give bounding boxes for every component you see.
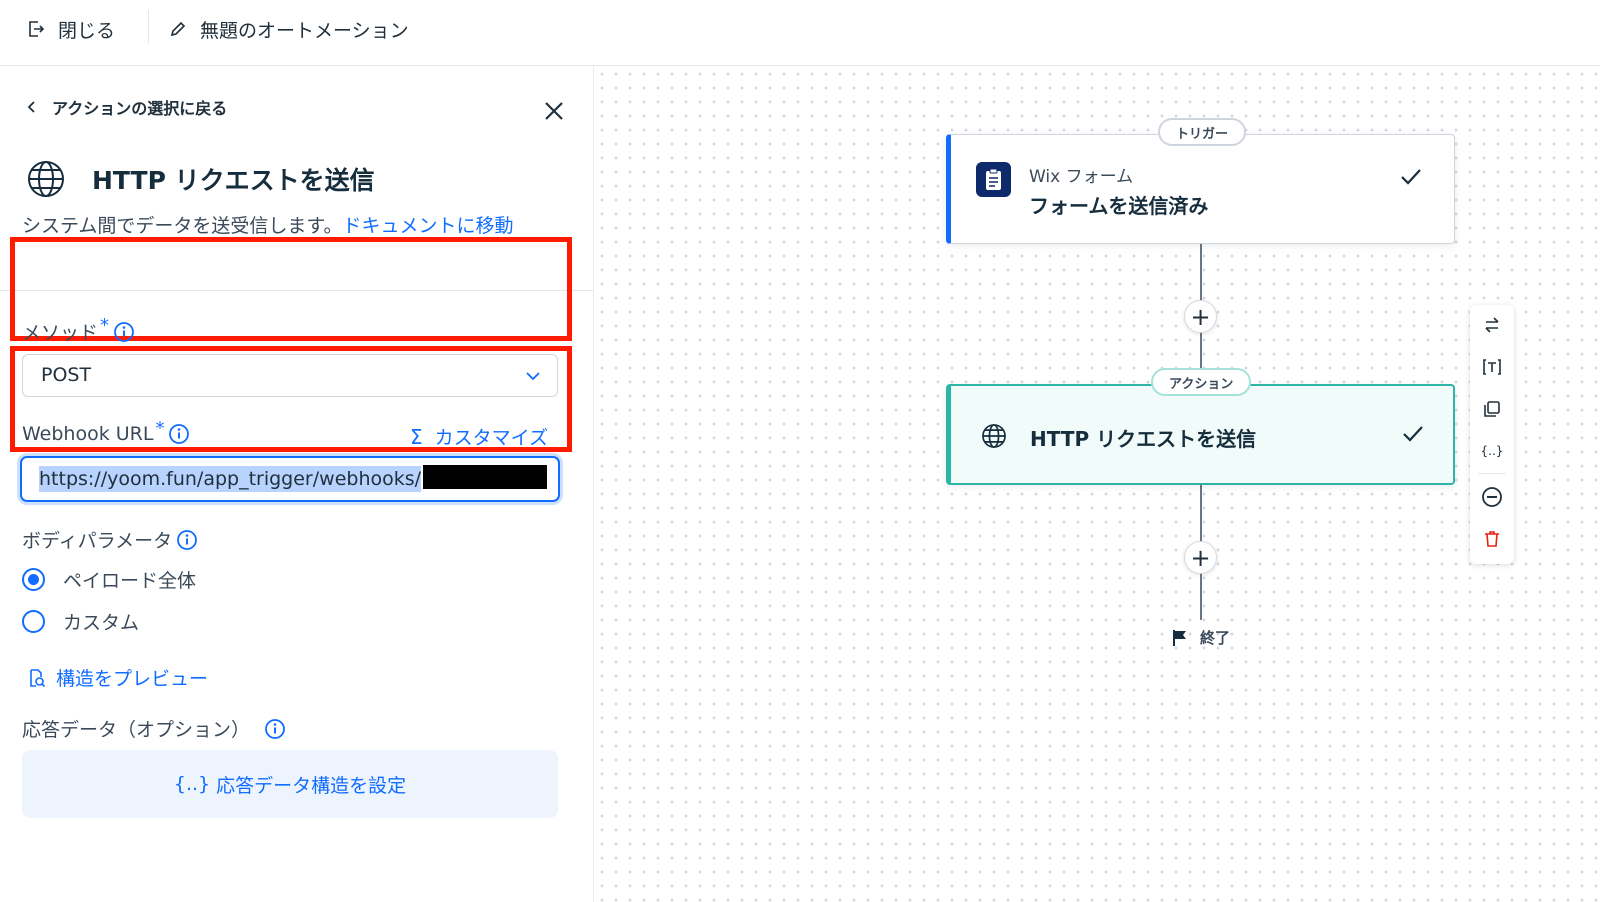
disable-icon[interactable] — [1480, 485, 1504, 509]
automation-title-text: 無題のオートメーション — [200, 19, 409, 42]
body-param-label-row: ボディパラメータ — [22, 526, 198, 553]
delete-icon[interactable] — [1480, 527, 1504, 551]
wix-forms-app-icon — [976, 162, 1011, 197]
method-value: POST — [41, 364, 92, 386]
toolbar-divider — [1478, 473, 1506, 474]
close-button[interactable]: 閉じる — [26, 14, 115, 44]
preview-structure-link[interactable]: 構造をプレビュー — [26, 664, 208, 691]
info-icon[interactable] — [264, 718, 286, 740]
info-icon[interactable] — [113, 321, 135, 343]
plus-icon: + — [1190, 543, 1211, 572]
info-icon[interactable] — [176, 529, 198, 551]
method-select[interactable]: POST — [22, 354, 558, 397]
add-step-button[interactable]: + — [1184, 300, 1217, 333]
customize-label: カスタマイズ — [434, 427, 549, 449]
trigger-node[interactable] — [946, 134, 1455, 244]
preview-icon — [30, 668, 46, 687]
radio-label: カスタム — [63, 612, 140, 634]
trigger-pill: トリガー — [1158, 118, 1247, 146]
back-label: アクションの選択に戻る — [52, 99, 228, 118]
topbar-divider — [148, 10, 149, 44]
chevron-left-icon — [27, 101, 35, 113]
action-title: HTTP リクエストを送信 — [1030, 427, 1257, 451]
check-icon — [1401, 169, 1421, 185]
braces-icon: {..} — [173, 773, 211, 795]
back-to-action-select[interactable]: アクションの選択に戻る — [26, 95, 227, 119]
trigger-app-name: Wix フォーム — [1029, 167, 1134, 187]
chevron-down-icon — [526, 372, 540, 381]
webhook-url-value: https://yoom.fun/app_trigger/webhooks/ — [39, 465, 422, 492]
end-label: 終了 — [1200, 629, 1231, 647]
swap-icon[interactable] — [1480, 313, 1504, 337]
add-step-button[interactable]: + — [1184, 541, 1217, 574]
end-marker: 終了 — [1172, 627, 1230, 648]
globe-icon — [28, 161, 64, 197]
close-icon[interactable] — [542, 99, 566, 123]
panel-header: HTTP リクエストを送信 — [26, 159, 375, 199]
radio-custom[interactable]: カスタム — [22, 608, 139, 635]
node-toolbar: {..} — [1470, 305, 1514, 564]
description-text: システム間でデータを送受信します。 — [22, 215, 343, 237]
globe-icon — [982, 424, 1006, 448]
method-label-row: メソッド * — [22, 315, 135, 345]
pencil-icon — [170, 21, 186, 37]
automation-title[interactable]: 無題のオートメーション — [168, 14, 409, 44]
preview-label: 構造をプレビュー — [56, 668, 209, 690]
required-mark: * — [100, 315, 110, 336]
info-icon[interactable] — [168, 423, 190, 445]
response-label: 応答データ（オプション） — [22, 719, 251, 741]
action-pill: アクション — [1151, 368, 1252, 396]
set-response-structure-button[interactable]: {..} 応答データ構造を設定 — [22, 750, 558, 818]
webhook-url-input[interactable]: https://yoom.fun/app_trigger/webhooks/ — [20, 456, 560, 502]
response-label-row: 応答データ（オプション） — [22, 715, 286, 742]
response-button-label: 応答データ構造を設定 — [216, 774, 407, 797]
webhook-label-row: Webhook URL * — [22, 418, 190, 445]
sigma-icon: Σ — [410, 424, 423, 449]
check-icon — [1403, 426, 1423, 442]
required-mark: * — [155, 417, 165, 439]
close-label: 閉じる — [58, 19, 116, 42]
redaction-block — [423, 465, 548, 489]
panel-description: システム間でデータを送受信します。ドキュメントに移動 — [22, 213, 522, 240]
radio-payload-full[interactable]: ペイロード全体 — [22, 566, 196, 593]
flag-icon — [1173, 629, 1186, 646]
plus-icon: + — [1190, 302, 1211, 331]
customize-button[interactable]: Σ カスタマイズ — [410, 423, 548, 450]
trigger-title: フォームを送信済み — [1029, 194, 1209, 218]
variables-icon[interactable]: {..} — [1480, 439, 1504, 463]
webhook-label: Webhook URL — [22, 423, 154, 445]
top-bar: 閉じる 無題のオートメーション — [0, 0, 1600, 66]
panel-title: HTTP リクエストを送信 — [92, 166, 375, 195]
radio-dot — [22, 610, 45, 633]
method-label: メソッド — [22, 322, 99, 344]
duplicate-icon[interactable] — [1480, 397, 1504, 421]
text-icon[interactable] — [1480, 355, 1504, 379]
exit-icon — [29, 21, 45, 37]
radio-label: ペイロード全体 — [63, 570, 197, 592]
doc-link[interactable]: ドキュメントに移動 — [343, 215, 514, 237]
radio-dot-selected — [22, 568, 45, 591]
body-param-label: ボディパラメータ — [22, 530, 173, 552]
